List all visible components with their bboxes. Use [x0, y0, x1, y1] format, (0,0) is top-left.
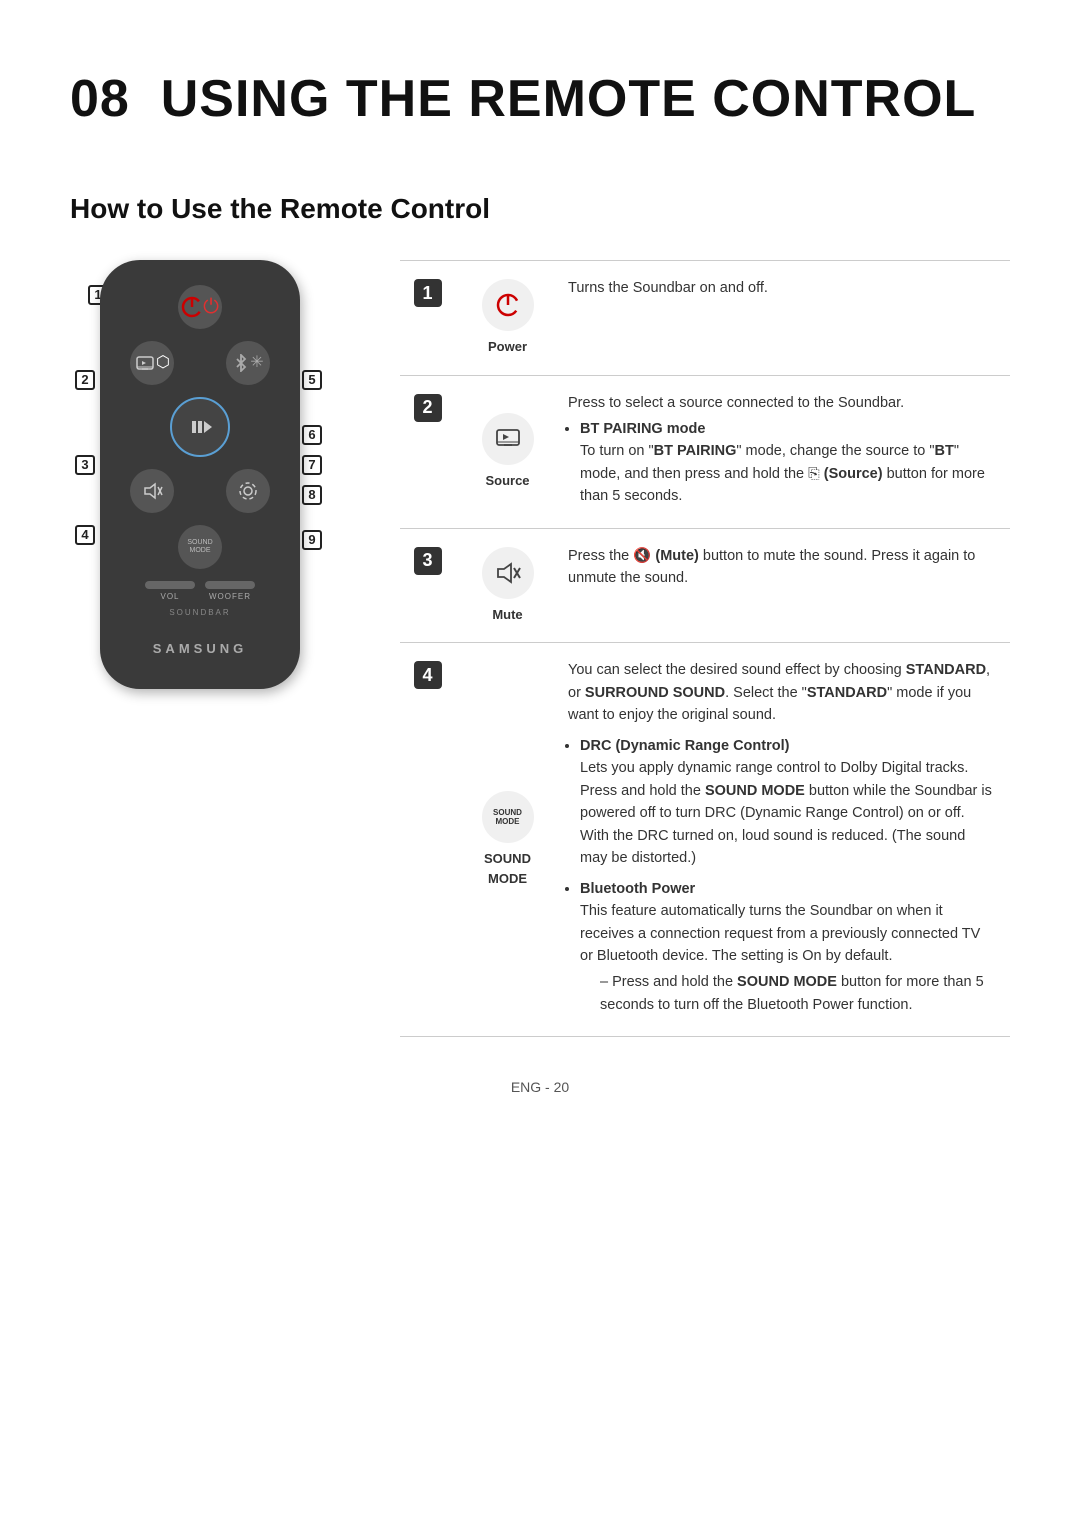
mute-icon — [141, 480, 163, 502]
remote-num-2: 2 — [75, 370, 95, 390]
mute-label: Mute — [492, 605, 522, 625]
info-text-3: Press the 🔇 (Mute) button to mute the so… — [560, 529, 1010, 643]
remote-source-button[interactable] — [130, 341, 174, 385]
info-num-1: 1 — [400, 261, 455, 375]
mute-icon-circle — [482, 547, 534, 599]
vol-slider-block: VOL — [145, 581, 195, 603]
info-num-2: 2 — [400, 376, 455, 528]
num-box-2: 2 — [414, 394, 442, 422]
num-box-3: 3 — [414, 547, 442, 575]
remote-settings-button[interactable] — [226, 469, 270, 513]
footer-text: ENG - 20 — [511, 1079, 569, 1095]
page-title: 08 USING THE REMOTE CONTROL — [70, 60, 1010, 138]
power-label: Power — [488, 337, 527, 357]
remote-num-3: 3 — [75, 455, 95, 475]
remote-num-7: 7 — [302, 455, 322, 475]
woofer-label: WOOFER — [209, 591, 251, 603]
remote-power-button[interactable] — [178, 285, 222, 329]
num-box-1: 1 — [414, 279, 442, 307]
playpause-icon — [186, 413, 214, 441]
info-num-4: 4 — [400, 643, 455, 1036]
remote-num-6: 6 — [302, 425, 322, 445]
remote-row-playpause — [120, 397, 280, 457]
num-box-4: 4 — [414, 661, 442, 689]
remote-row-source-bt — [120, 341, 280, 385]
info-table: 1 Power Turns the Soundbar on and off. 2 — [400, 260, 1010, 1037]
source-label: Source — [485, 471, 529, 491]
bluetooth-icon — [232, 354, 250, 372]
remote-num-9: 9 — [302, 530, 322, 550]
vol-label: VOL — [160, 591, 179, 603]
main-layout: 1 2 3 4 5 6 7 8 9 10 — [70, 260, 1010, 1037]
remote-playpause-button[interactable] — [170, 397, 230, 457]
remote-row-power — [120, 285, 280, 329]
info-row-4: 4 SOUNDMODE SOUND MODE You can select th… — [400, 643, 1010, 1037]
remote-num-5: 5 — [302, 370, 322, 390]
remote-container: 1 2 3 4 5 6 7 8 9 10 — [70, 260, 370, 689]
remote-brand: SAMSUNG — [153, 639, 247, 659]
woofer-slider-block: WOOFER — [205, 581, 255, 603]
info-icon-col-1: Power — [455, 261, 560, 375]
soundmode-icon-circle: SOUNDMODE — [482, 791, 534, 843]
remote-soundmode-button[interactable]: SOUNDMODE — [178, 525, 222, 569]
info-num-3: 3 — [400, 529, 455, 643]
vol-slider[interactable] — [145, 581, 195, 589]
power-display-icon — [494, 291, 522, 319]
source-icon — [134, 352, 156, 374]
page-footer: ENG - 20 — [70, 1077, 1010, 1098]
source-display-icon — [493, 424, 523, 454]
info-row-3: 3 Mute Press the 🔇 (Mute) button to mute… — [400, 529, 1010, 644]
info-icon-col-2: Source — [455, 376, 560, 528]
remote-sliders: VOL WOOFER — [120, 581, 280, 603]
source-icon-circle — [482, 413, 534, 465]
remote-num-4: 4 — [75, 525, 95, 545]
remote-mute-button[interactable] — [130, 469, 174, 513]
info-row-1: 1 Power Turns the Soundbar on and off. — [400, 261, 1010, 376]
info-row-2: 2 Source Press to select a source connec… — [400, 376, 1010, 529]
info-icon-col-4: SOUNDMODE SOUND MODE — [455, 643, 560, 1036]
info-text-1: Turns the Soundbar on and off. — [560, 261, 1010, 375]
soundbar-label: SOUNDBAR — [169, 607, 230, 619]
info-icon-col-3: Mute — [455, 529, 560, 643]
woofer-slider[interactable] — [205, 581, 255, 589]
remote-wrapper: 1 2 3 4 5 6 7 8 9 10 — [70, 260, 330, 689]
remote-body: SOUNDMODE VOL WOOFER SOUNDBAR S — [100, 260, 300, 689]
mute-display-icon — [493, 558, 523, 588]
section-title: How to Use the Remote Control — [70, 188, 1010, 230]
soundmode-label: SOUND MODE — [463, 849, 552, 888]
power-icon — [181, 296, 203, 318]
remote-bt-button[interactable] — [226, 341, 270, 385]
info-text-2: Press to select a source connected to th… — [560, 376, 1010, 528]
info-text-4: You can select the desired sound effect … — [560, 643, 1010, 1036]
remote-row-soundmode: SOUNDMODE — [120, 525, 280, 569]
remote-row-mute-settings — [120, 469, 280, 513]
remote-num-8: 8 — [302, 485, 322, 505]
settings-icon — [237, 480, 259, 502]
power-icon-circle — [482, 279, 534, 331]
